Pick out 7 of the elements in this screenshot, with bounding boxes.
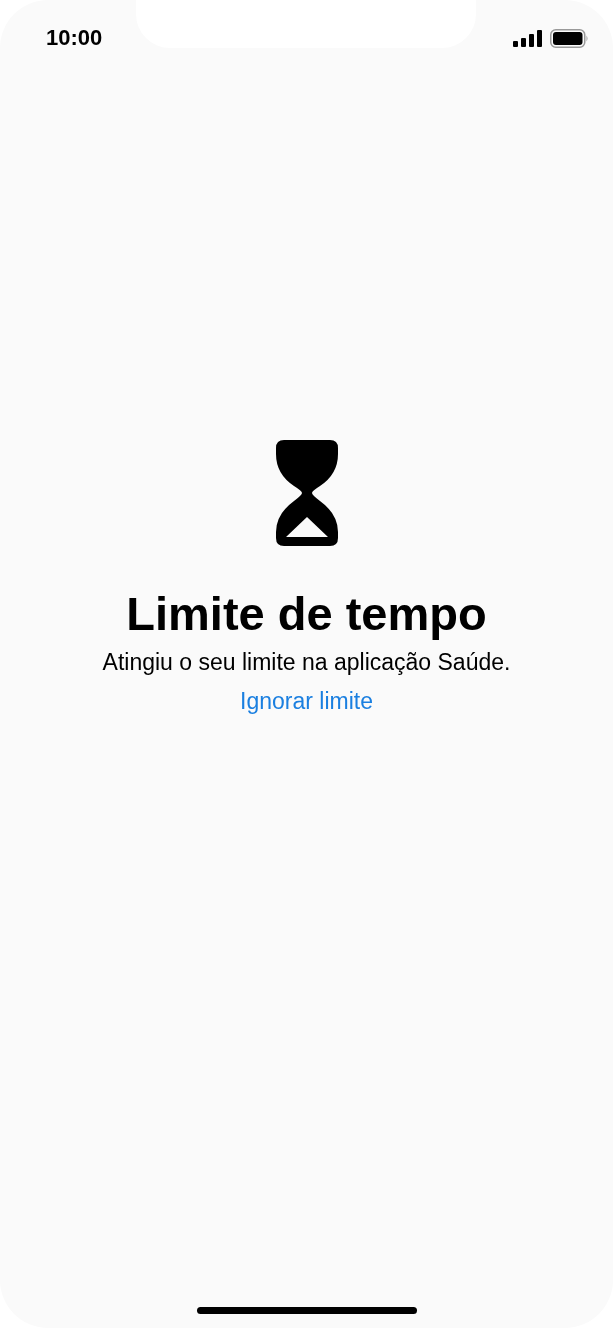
signal-icon (513, 29, 542, 47)
status-time: 10:00 (46, 25, 103, 51)
hourglass-icon (275, 440, 338, 546)
screen-title: Limite de tempo (126, 586, 487, 641)
ignore-limit-link[interactable]: Ignorar limite (240, 688, 373, 715)
limit-message: Atingiu o seu limite na aplicação Saúde. (102, 649, 511, 676)
battery-icon (550, 28, 589, 48)
